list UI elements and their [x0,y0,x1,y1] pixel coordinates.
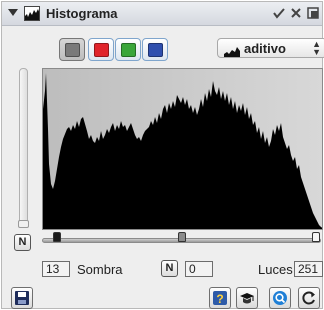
close-icon[interactable] [288,6,303,21]
save-icon [15,291,29,305]
collapse-arrow-icon[interactable] [8,9,18,16]
histogram-graph [42,68,323,230]
magnifier-icon [273,291,287,305]
help-button[interactable]: ? [209,287,231,309]
channel-luminosity-button[interactable] [59,38,85,61]
refresh-button[interactable] [298,287,320,309]
vertical-scale-slider[interactable] [18,68,29,228]
channel-red-button[interactable] [88,38,114,61]
channel-green-button[interactable] [115,38,141,61]
svg-text:?: ? [216,292,223,306]
midtone-reset-button[interactable]: N [161,260,178,277]
mode-select-value: aditivo [244,41,286,56]
zoom-button[interactable] [269,287,291,309]
histogram-mini-icon [224,44,240,57]
panel-title: Histograma [46,6,118,21]
channel-blue-button[interactable] [142,38,168,61]
learn-button[interactable] [236,287,258,309]
save-button[interactable] [11,287,33,309]
channel-swatch [65,43,80,57]
shadow-value-field[interactable]: 13 [42,261,70,277]
highlight-value-field[interactable]: 251 [294,261,323,277]
channel-swatch [94,43,109,57]
check-icon[interactable] [271,6,286,21]
help-icon: ? [213,291,227,306]
channel-swatch [121,43,136,57]
histogram-panel: Histograma aditivo ▲ ▼ N 13 Sombra N 0 L… [1,1,324,309]
shadow-label: Sombra [77,262,123,277]
select-arrows-icon: ▲ ▼ [312,39,321,57]
channel-swatch [148,43,163,57]
vertical-reset-button[interactable]: N [14,234,31,251]
graduation-cap-icon [240,293,254,304]
detach-icon[interactable] [305,6,320,21]
refresh-icon [302,291,315,305]
highlight-label: Luces [258,262,293,277]
mode-select[interactable]: aditivo ▲ ▼ [217,38,324,58]
vertical-slider-handle[interactable] [18,220,29,228]
panel-titlebar: Histograma [2,2,322,26]
midtone-value-field[interactable]: 0 [185,261,213,277]
histogram-icon [24,6,40,21]
